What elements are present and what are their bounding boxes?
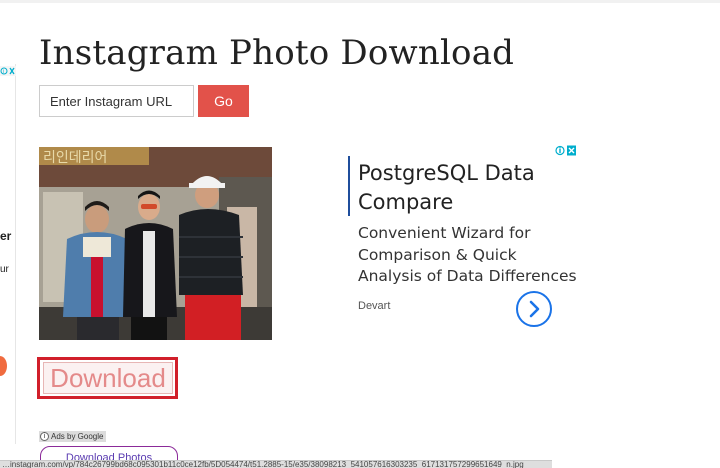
page-title: Instagram Photo Download: [39, 33, 515, 73]
ads-by-google-badge[interactable]: i Ads by Google: [39, 431, 107, 442]
info-icon: i: [40, 432, 49, 441]
left-ad-text-fragment: er: [0, 229, 12, 243]
adchoices-icon[interactable]: i: [0, 66, 16, 76]
download-button[interactable]: Download: [43, 362, 173, 394]
ad-description[interactable]: Convenient Wizard for Comparison & Quick…: [358, 223, 583, 288]
left-ad-text-fragment: ur: [0, 264, 9, 275]
ad-card[interactable]: PostgreSQL Data Compare Convenient Wizar…: [348, 145, 578, 345]
svg-text:리인데리어: 리인데리어: [43, 150, 107, 166]
top-rule: [0, 0, 720, 3]
ad-advertiser[interactable]: Devart: [358, 300, 390, 312]
instagram-url-input[interactable]: [39, 85, 194, 117]
chevron-right-icon: [529, 300, 540, 318]
left-ad-strip[interactable]: i er ur: [0, 64, 16, 444]
ad-open-button[interactable]: [516, 291, 552, 327]
instagram-photo: 리인데리어: [39, 147, 272, 340]
adchoices-icon[interactable]: [555, 145, 577, 156]
ads-by-google-label: Ads by Google: [51, 432, 104, 441]
go-button[interactable]: Go: [198, 85, 249, 117]
ad-title[interactable]: PostgreSQL Data Compare: [358, 159, 578, 217]
svg-text:i: i: [3, 69, 4, 75]
ad-title-accent-bar: [348, 156, 350, 216]
status-bar-url: …instagram.com/vp/784c26799bd68c095301b1…: [0, 460, 552, 468]
left-ad-badge[interactable]: [0, 356, 7, 376]
